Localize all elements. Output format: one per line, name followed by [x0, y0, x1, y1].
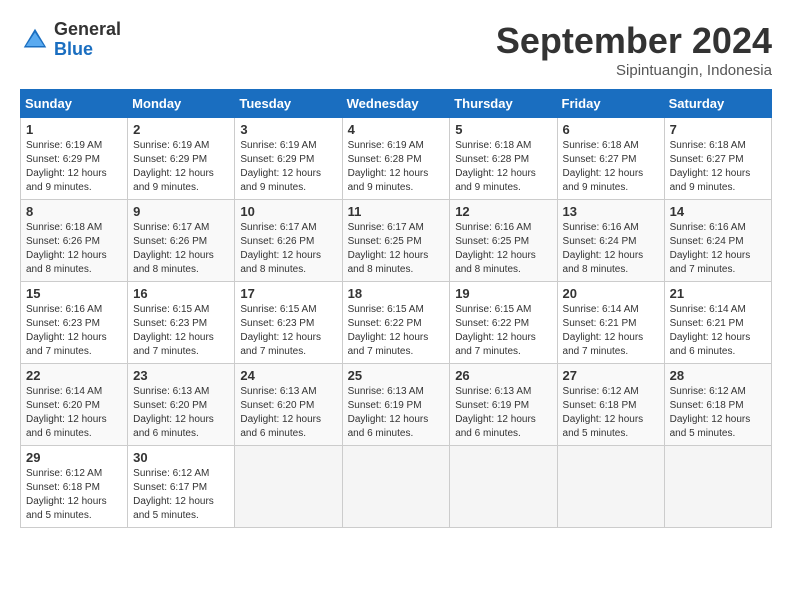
table-row: 9 Sunrise: 6:17 AM Sunset: 6:26 PM Dayli… — [128, 200, 235, 282]
calendar-week-5: 29 Sunrise: 6:12 AM Sunset: 6:18 PM Dayl… — [21, 446, 772, 528]
month-title: September 2024 — [496, 20, 772, 62]
logo-blue-text: Blue — [54, 40, 121, 60]
table-row: 25 Sunrise: 6:13 AM Sunset: 6:19 PM Dayl… — [342, 364, 450, 446]
page-header: General Blue September 2024 Sipintuangin… — [20, 20, 772, 79]
col-sunday: Sunday — [21, 90, 128, 118]
table-row: 24 Sunrise: 6:13 AM Sunset: 6:20 PM Dayl… — [235, 364, 342, 446]
empty-cell — [342, 446, 450, 528]
empty-cell — [235, 446, 342, 528]
table-row: 11 Sunrise: 6:17 AM Sunset: 6:25 PM Dayl… — [342, 200, 450, 282]
location-subtitle: Sipintuangin, Indonesia — [496, 62, 772, 79]
calendar-table: Sunday Monday Tuesday Wednesday Thursday… — [20, 89, 772, 528]
table-row: 26 Sunrise: 6:13 AM Sunset: 6:19 PM Dayl… — [450, 364, 557, 446]
calendar-week-2: 8 Sunrise: 6:18 AM Sunset: 6:26 PM Dayli… — [21, 200, 772, 282]
calendar-week-4: 22 Sunrise: 6:14 AM Sunset: 6:20 PM Dayl… — [21, 364, 772, 446]
table-row: 16 Sunrise: 6:15 AM Sunset: 6:23 PM Dayl… — [128, 282, 235, 364]
title-area: September 2024 Sipintuangin, Indonesia — [496, 20, 772, 79]
table-row: 28 Sunrise: 6:12 AM Sunset: 6:18 PM Dayl… — [664, 364, 771, 446]
empty-cell — [450, 446, 557, 528]
calendar-week-3: 15 Sunrise: 6:16 AM Sunset: 6:23 PM Dayl… — [21, 282, 772, 364]
calendar-week-1: 1 Sunrise: 6:19 AM Sunset: 6:29 PM Dayli… — [21, 118, 772, 200]
table-row: 2 Sunrise: 6:19 AM Sunset: 6:29 PM Dayli… — [128, 118, 235, 200]
logo-general-text: General — [54, 20, 121, 40]
table-row: 3 Sunrise: 6:19 AM Sunset: 6:29 PM Dayli… — [235, 118, 342, 200]
table-row: 27 Sunrise: 6:12 AM Sunset: 6:18 PM Dayl… — [557, 364, 664, 446]
empty-cell — [557, 446, 664, 528]
logo-icon — [20, 25, 50, 55]
table-row: 30 Sunrise: 6:12 AM Sunset: 6:17 PM Dayl… — [128, 446, 235, 528]
col-tuesday: Tuesday — [235, 90, 342, 118]
table-row: 8 Sunrise: 6:18 AM Sunset: 6:26 PM Dayli… — [21, 200, 128, 282]
table-row: 29 Sunrise: 6:12 AM Sunset: 6:18 PM Dayl… — [21, 446, 128, 528]
table-row: 6 Sunrise: 6:18 AM Sunset: 6:27 PM Dayli… — [557, 118, 664, 200]
col-saturday: Saturday — [664, 90, 771, 118]
table-row: 20 Sunrise: 6:14 AM Sunset: 6:21 PM Dayl… — [557, 282, 664, 364]
col-friday: Friday — [557, 90, 664, 118]
table-row: 12 Sunrise: 6:16 AM Sunset: 6:25 PM Dayl… — [450, 200, 557, 282]
table-row: 5 Sunrise: 6:18 AM Sunset: 6:28 PM Dayli… — [450, 118, 557, 200]
empty-cell — [664, 446, 771, 528]
col-thursday: Thursday — [450, 90, 557, 118]
calendar-header-row: Sunday Monday Tuesday Wednesday Thursday… — [21, 90, 772, 118]
table-row: 15 Sunrise: 6:16 AM Sunset: 6:23 PM Dayl… — [21, 282, 128, 364]
table-row: 4 Sunrise: 6:19 AM Sunset: 6:28 PM Dayli… — [342, 118, 450, 200]
table-row: 18 Sunrise: 6:15 AM Sunset: 6:22 PM Dayl… — [342, 282, 450, 364]
table-row: 1 Sunrise: 6:19 AM Sunset: 6:29 PM Dayli… — [21, 118, 128, 200]
col-wednesday: Wednesday — [342, 90, 450, 118]
table-row: 10 Sunrise: 6:17 AM Sunset: 6:26 PM Dayl… — [235, 200, 342, 282]
table-row: 17 Sunrise: 6:15 AM Sunset: 6:23 PM Dayl… — [235, 282, 342, 364]
table-row: 7 Sunrise: 6:18 AM Sunset: 6:27 PM Dayli… — [664, 118, 771, 200]
table-row: 23 Sunrise: 6:13 AM Sunset: 6:20 PM Dayl… — [128, 364, 235, 446]
table-row: 21 Sunrise: 6:14 AM Sunset: 6:21 PM Dayl… — [664, 282, 771, 364]
col-monday: Monday — [128, 90, 235, 118]
table-row: 22 Sunrise: 6:14 AM Sunset: 6:20 PM Dayl… — [21, 364, 128, 446]
logo: General Blue — [20, 20, 121, 60]
table-row: 13 Sunrise: 6:16 AM Sunset: 6:24 PM Dayl… — [557, 200, 664, 282]
table-row: 19 Sunrise: 6:15 AM Sunset: 6:22 PM Dayl… — [450, 282, 557, 364]
table-row: 14 Sunrise: 6:16 AM Sunset: 6:24 PM Dayl… — [664, 200, 771, 282]
